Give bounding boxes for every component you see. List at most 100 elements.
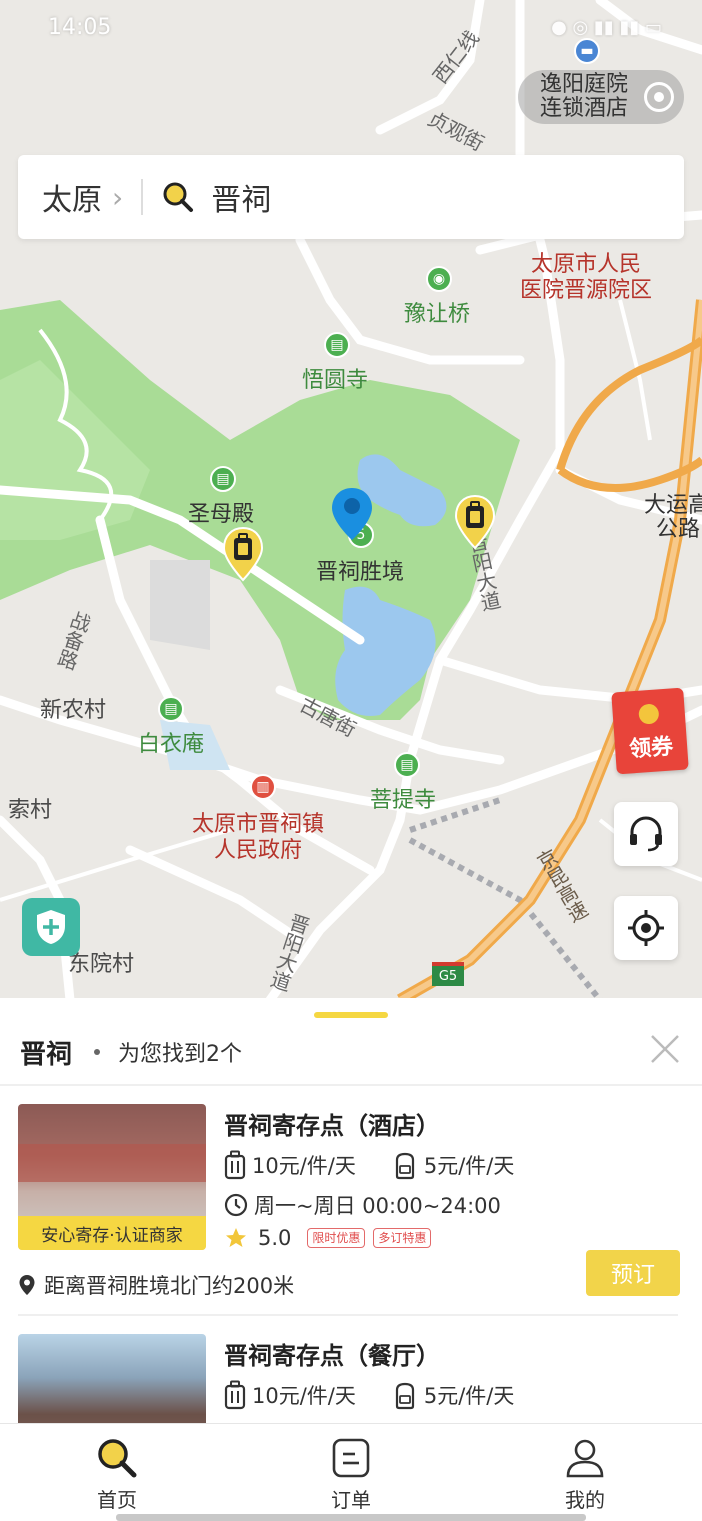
tab-profile[interactable]: 我的 xyxy=(525,1436,645,1513)
poi-xinnongcun: 新农村 xyxy=(40,698,107,723)
poi-wuyuansi: 悟圆寺 xyxy=(302,368,369,393)
divider xyxy=(141,179,144,215)
results-header: 晋祠 为您找到2个 xyxy=(20,1034,682,1070)
result-title[interactable]: 晋祠寄存点（餐厅） xyxy=(224,1336,440,1371)
store-photo-sign xyxy=(18,1144,206,1182)
locate-me-button[interactable] xyxy=(614,896,678,960)
home-indicator xyxy=(116,1514,586,1521)
results-sheet[interactable]: 晋祠 为您找到2个 安心寄存·认证商家 晋祠寄存点（酒店） 10元/件/天 5元… xyxy=(0,998,702,1424)
status-time: 14:05 xyxy=(48,14,112,40)
coupon-label: 领券 xyxy=(628,734,675,763)
hotel-chip-label: 逸阳庭院 连锁酒店 xyxy=(540,73,628,121)
poi-putisi: 菩提寺 xyxy=(370,788,437,813)
poi-dayun: 大运高 公路 xyxy=(644,494,702,542)
divider xyxy=(0,1084,702,1086)
tab-home[interactable]: 首页 xyxy=(57,1436,177,1513)
certified-badge: 安心寄存·认证商家 xyxy=(18,1216,206,1250)
poi-dayun-line2: 公路 xyxy=(656,517,701,542)
coupon-button[interactable]: 领券 xyxy=(611,687,689,775)
temple-icon: ▤ xyxy=(210,466,236,492)
location-pin-icon[interactable] xyxy=(330,486,374,542)
highway-shield-g5: G5 xyxy=(432,962,464,986)
poi-baiyian: 白衣庵 xyxy=(138,732,205,757)
temple-icon: ▤ xyxy=(158,696,184,722)
poi-suocun: 索村 xyxy=(8,798,53,823)
poi-hospital: 太原市人民 医院晋源院区 xyxy=(520,252,652,304)
poi-hospital-line1: 太原市人民 xyxy=(531,252,642,277)
poi-shengmudian: 圣母殿 xyxy=(188,502,255,527)
opening-hours: 周一~周日 00:00~24:00 xyxy=(254,1194,501,1218)
order-icon xyxy=(332,1438,370,1478)
government-icon: ▥ xyxy=(250,774,276,800)
poi-government: 太原市晋祠镇 人民政府 xyxy=(192,812,324,864)
hours-row: 周一~周日 00:00~24:00 xyxy=(224,1190,501,1220)
price-small-item: 5元/件/天 xyxy=(423,1384,515,1408)
star-icon xyxy=(226,1228,246,1247)
headset-icon xyxy=(630,816,662,852)
hotel-chip-line2: 连锁酒店 xyxy=(540,96,629,121)
tab-orders-label: 订单 xyxy=(331,1488,371,1512)
user-icon xyxy=(566,1439,604,1478)
result-card[interactable]: 晋祠寄存点（餐厅） 10元/件/天 5元/件/天 xyxy=(18,1334,684,1424)
luggage-marker-icon[interactable] xyxy=(222,526,264,582)
price-large-item: 10元/件/天 xyxy=(252,1154,356,1178)
suitcase-icon xyxy=(224,1150,246,1180)
backpack-icon xyxy=(395,1152,414,1180)
location-pin-icon xyxy=(19,1275,35,1295)
scenic-icon: ◉ xyxy=(426,266,452,292)
customer-service-button[interactable] xyxy=(614,802,678,866)
clock-icon xyxy=(224,1193,248,1217)
status-icons: ● ◎ ▮▮ ▮▮ ▭ xyxy=(551,16,662,38)
results-keyword: 晋祠 xyxy=(20,1039,73,1070)
safety-shield-button[interactable] xyxy=(22,898,80,956)
separator-dot xyxy=(94,1049,101,1055)
results-count: 为您找到2个 xyxy=(118,1042,243,1067)
target-icon xyxy=(644,82,674,112)
poi-jincishengjing: 晋祠胜境 xyxy=(316,560,405,585)
status-bar: 14:05 ● ◎ ▮▮ ▮▮ ▭ xyxy=(48,10,662,44)
search-icon xyxy=(98,1439,137,1478)
result-title[interactable]: 晋祠寄存点（酒店） xyxy=(224,1106,440,1141)
search-query[interactable]: 晋祠 xyxy=(211,175,271,219)
store-photo xyxy=(18,1334,206,1424)
poi-yurangqiao: 豫让桥 xyxy=(404,302,471,327)
rating-row: 5.0 限时优惠 多订特惠 xyxy=(224,1226,432,1250)
book-button[interactable]: 预订 xyxy=(586,1250,680,1296)
luggage-marker-icon[interactable] xyxy=(454,494,496,550)
price-row: 10元/件/天 5元/件/天 xyxy=(224,1150,514,1180)
tab-profile-label: 我的 xyxy=(565,1488,605,1512)
poi-dayun-line1: 大运高 xyxy=(644,493,702,518)
distance-row: 距离晋祠胜境北门约200米 xyxy=(18,1270,294,1300)
city-selector[interactable]: 太原 xyxy=(42,175,102,219)
result-card[interactable]: 安心寄存·认证商家 晋祠寄存点（酒店） 10元/件/天 5元/件/天 周一~周日… xyxy=(18,1104,684,1304)
price-large-item: 10元/件/天 xyxy=(252,1384,356,1408)
search-icon xyxy=(163,182,194,212)
hotel-chip[interactable]: 逸阳庭院 连锁酒店 xyxy=(518,70,684,124)
store-photo: 安心寄存·认证商家 xyxy=(18,1104,206,1250)
poi-government-line2: 人民政府 xyxy=(214,838,303,863)
coin-icon xyxy=(638,703,660,725)
tab-orders[interactable]: 订单 xyxy=(291,1436,411,1513)
poi-dongyuancun: 东院村 xyxy=(68,952,135,977)
price-row: 10元/件/天 5元/件/天 xyxy=(224,1380,514,1410)
close-icon[interactable] xyxy=(648,1032,682,1066)
shield-plus-icon xyxy=(37,910,65,944)
suitcase-icon xyxy=(224,1380,246,1410)
search-bar[interactable]: 太原 › 晋祠 xyxy=(18,155,684,239)
distance-text: 距离晋祠胜境北门约200米 xyxy=(44,1274,295,1298)
hotel-chip-line1: 逸阳庭院 xyxy=(540,72,629,97)
temple-icon: ▤ xyxy=(394,752,420,778)
map-view[interactable]: 14:05 ● ◎ ▮▮ ▮▮ ▭ 逸阳庭院 连锁酒店 ▬ 西仁线 贞观街 太原… xyxy=(0,0,702,1000)
divider xyxy=(18,1314,678,1316)
tab-bar: 首页 订单 我的 xyxy=(0,1423,702,1521)
promo-tag: 限时优惠 xyxy=(307,1228,366,1248)
poi-government-line1: 太原市晋祠镇 xyxy=(192,812,325,837)
backpack-icon xyxy=(395,1382,414,1410)
tab-home-label: 首页 xyxy=(97,1488,137,1512)
chevron-right-icon: › xyxy=(112,180,124,214)
rating-value: 5.0 xyxy=(258,1226,292,1250)
drag-handle[interactable] xyxy=(314,1012,388,1018)
hotel-icon: ▬ xyxy=(574,38,600,64)
price-small-item: 5元/件/天 xyxy=(423,1154,515,1178)
crosshair-icon xyxy=(628,910,664,946)
